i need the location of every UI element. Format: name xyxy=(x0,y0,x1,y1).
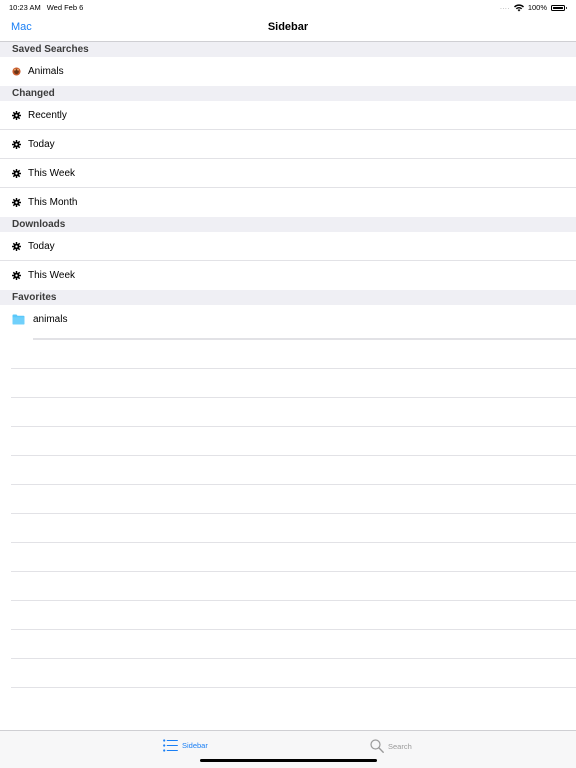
battery-percent: 100% xyxy=(527,3,547,12)
tab-sidebar[interactable]: Sidebar xyxy=(163,739,208,752)
list-item-label: Today xyxy=(28,241,55,252)
tab-sidebar-label: Sidebar xyxy=(182,741,208,750)
section-header-favorites: Favorites xyxy=(0,290,576,305)
signal-icon: .... xyxy=(500,3,510,11)
list-item[interactable]: This Month xyxy=(0,188,576,217)
list-item[interactable]: Today xyxy=(0,130,576,159)
empty-row-separator xyxy=(11,340,576,369)
status-bar: 10:23 AM Wed Feb 6 .... 100% xyxy=(0,0,576,14)
gear-icon xyxy=(12,111,21,120)
search-icon xyxy=(370,739,384,753)
empty-row-separator xyxy=(11,601,576,630)
list-item-label: This Week xyxy=(28,270,76,281)
gear-icon xyxy=(12,271,21,280)
list-item-label: This Week xyxy=(28,168,76,179)
gear-icon xyxy=(12,198,21,207)
navigation-bar: Mac Sidebar xyxy=(0,14,576,42)
empty-row-separator xyxy=(11,398,576,427)
gear-icon xyxy=(12,140,21,149)
sidebar-list: Saved Searches Animals Changed Recently xyxy=(0,42,576,334)
empty-row-separator xyxy=(11,659,576,688)
empty-row-separator xyxy=(11,514,576,543)
tab-search[interactable]: Search xyxy=(370,739,412,753)
empty-row-separator xyxy=(11,456,576,485)
gear-icon xyxy=(12,169,21,178)
list-item[interactable]: This Week xyxy=(0,159,576,188)
wifi-icon xyxy=(513,3,524,11)
list-icon xyxy=(163,739,178,752)
animal-icon xyxy=(12,67,21,76)
list-item[interactable]: Animals xyxy=(0,57,576,86)
folder-icon xyxy=(12,314,25,325)
list-item-label: Recently xyxy=(28,110,67,121)
empty-row-separator xyxy=(11,543,576,572)
gear-icon xyxy=(12,242,21,251)
list-item-label: Animals xyxy=(28,66,64,77)
list-item-label: animals xyxy=(33,314,68,325)
list-item[interactable]: Recently xyxy=(0,101,576,130)
home-indicator[interactable] xyxy=(200,759,377,762)
empty-row-separator xyxy=(11,369,576,398)
section-header-downloads: Downloads xyxy=(0,217,576,232)
list-item-label: Today xyxy=(28,139,55,150)
status-date: Wed Feb 6 xyxy=(46,3,84,12)
list-item[interactable]: This Week xyxy=(0,261,576,290)
list-item[interactable]: animals xyxy=(0,305,576,334)
section-header-changed: Changed xyxy=(0,86,576,101)
section-header-saved-searches: Saved Searches xyxy=(0,42,576,57)
status-time: 10:23 AM xyxy=(9,3,41,12)
empty-row-separator xyxy=(11,630,576,659)
tab-search-label: Search xyxy=(388,741,412,751)
list-item[interactable]: Today xyxy=(0,232,576,261)
empty-rows xyxy=(11,338,576,688)
tab-bar: Sidebar Search xyxy=(0,730,576,768)
list-item-label: This Month xyxy=(28,197,78,208)
page-title: Sidebar xyxy=(267,21,309,33)
battery-icon xyxy=(551,4,567,11)
empty-row-separator xyxy=(11,427,576,456)
empty-row-separator xyxy=(11,572,576,601)
empty-row-separator xyxy=(11,485,576,514)
